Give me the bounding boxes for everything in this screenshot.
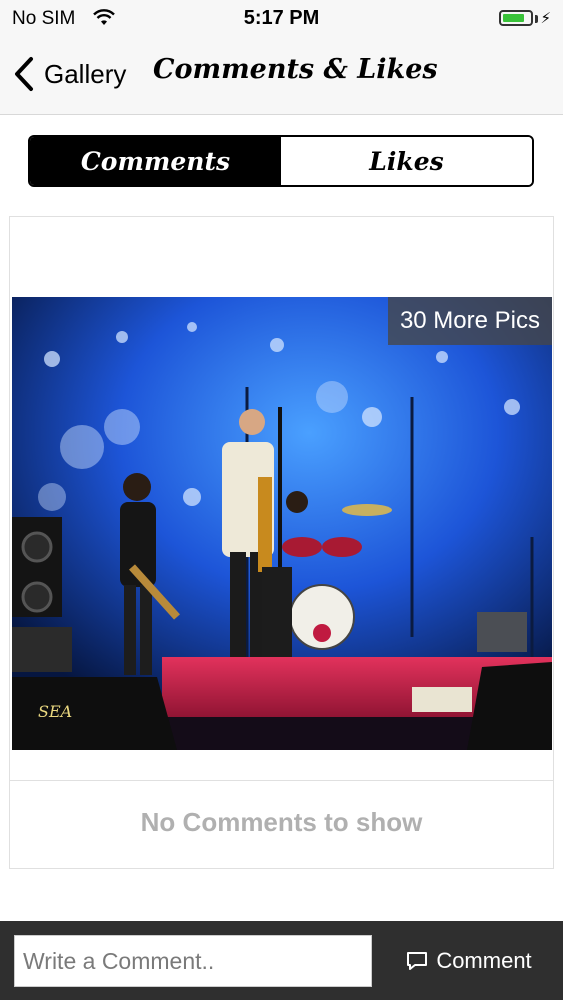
status-bar: No SIM 5:17 PM ⚡: [0, 0, 563, 36]
post-card: SEA 30 More Pics No Comments to show: [9, 216, 554, 869]
empty-comments-message: No Comments to show: [140, 807, 423, 837]
post-comment-label: Comment: [436, 948, 532, 973]
comment-composer: Comment: [0, 921, 563, 1000]
back-label: Gallery: [44, 58, 127, 89]
post-photo[interactable]: SEA 30 More Pics: [12, 297, 552, 750]
post-comment-button[interactable]: Comment: [384, 935, 554, 987]
chevron-left-icon: [15, 57, 33, 91]
page-title: Comments & Likes: [153, 54, 438, 85]
tab-likes[interactable]: Likes: [281, 137, 532, 185]
svg-text:SEA: SEA: [38, 702, 72, 721]
concert-stage-image: SEA: [12, 297, 552, 750]
status-time: 5:17 PM: [243, 7, 320, 29]
speech-bubble-icon: [407, 952, 428, 970]
comment-input[interactable]: [14, 935, 372, 987]
navigation-bar: Gallery Comments & Likes: [0, 36, 563, 115]
charging-bolt-icon: ⚡: [540, 9, 551, 27]
more-pics-button[interactable]: 30 More Pics: [387, 297, 552, 345]
comments-likes-segmented-control: Comments Likes: [28, 135, 534, 187]
back-button[interactable]: Gallery: [12, 52, 126, 96]
battery-level: [503, 14, 524, 22]
battery-icon: [499, 10, 533, 26]
battery-cap: [535, 15, 538, 23]
divider: [10, 780, 553, 781]
tab-comments[interactable]: Comments: [30, 137, 281, 185]
